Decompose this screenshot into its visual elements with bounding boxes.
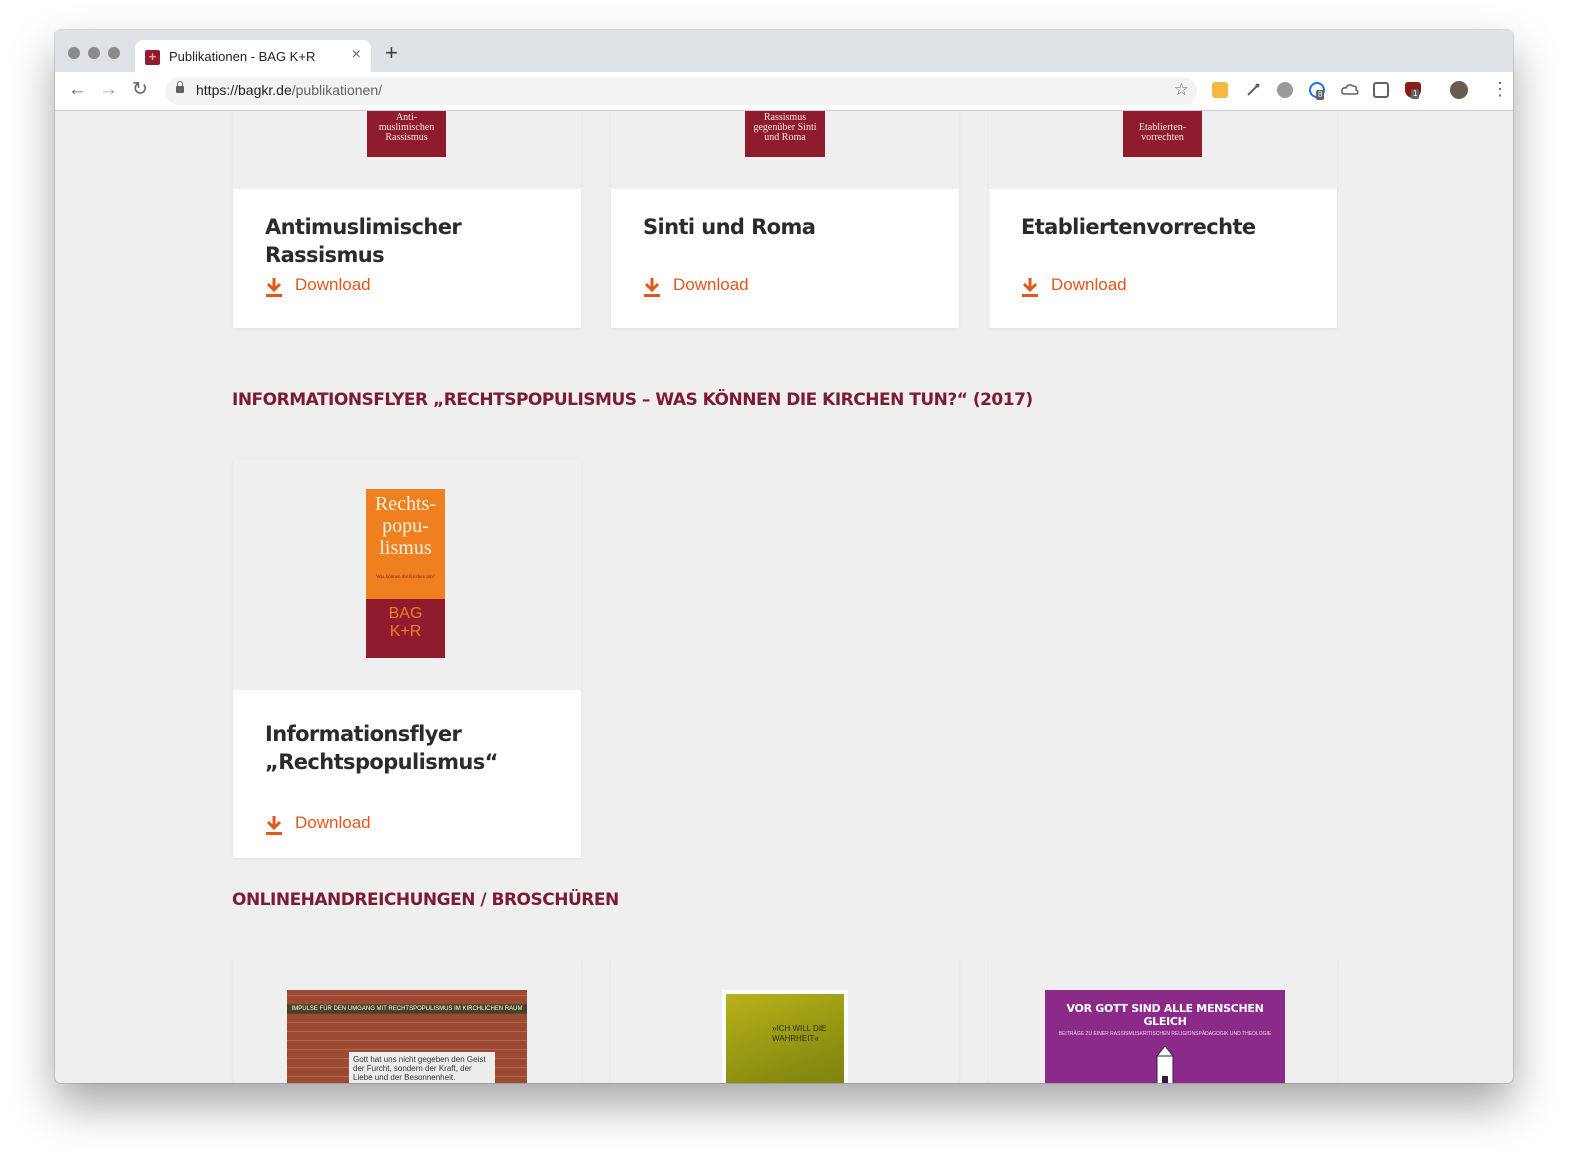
tab-strip: + Publikationen - BAG K+R × + <box>55 30 1513 73</box>
publication-card: Anti- muslimischen Rassismus Antimuslimi… <box>233 111 581 328</box>
publication-cover[interactable]: Etablierten- vorrechten <box>1123 111 1202 157</box>
close-tab-icon[interactable]: × <box>352 46 361 64</box>
cloud-icon[interactable] <box>1341 82 1359 98</box>
colorful-gear-extension-icon[interactable]: 8 <box>1309 82 1325 100</box>
publication-cover[interactable]: Anti- muslimischen Rassismus <box>367 111 446 157</box>
extension-badge: 8 <box>1316 90 1325 100</box>
browser-toolbar: ← → ↻ https://bagkr.de/publikationen/ ☆ … <box>55 72 1513 111</box>
section-heading: INFORMATIONSFLYER „RECHTSPOPULISMUS – WA… <box>232 390 1033 410</box>
amazon-assistant-icon[interactable] <box>1212 82 1228 98</box>
download-label: Download <box>1051 275 1127 294</box>
address-bar[interactable]: https://bagkr.de/publikationen/ ☆ <box>165 77 1197 105</box>
publication-card: VOR GOTT SIND ALLE MENSCHEN GLEICH BEITR… <box>989 959 1337 1083</box>
ublock-extension-icon[interactable]: 1 <box>1405 82 1421 99</box>
download-icon <box>1022 278 1038 297</box>
publication-title: Sinti und Roma <box>643 215 816 239</box>
download-icon <box>266 278 282 297</box>
publication-cover-area: Anti- muslimischen Rassismus <box>233 111 581 189</box>
zoom-window-button[interactable] <box>108 47 120 59</box>
download-label: Download <box>673 275 749 294</box>
back-icon[interactable]: ← <box>68 80 87 100</box>
browser-menu-icon[interactable]: ⋮ <box>1491 79 1509 99</box>
bookmark-star-icon[interactable]: ☆ <box>1174 80 1189 100</box>
publication-card: »ICH WILL DIE WAHRHEIT« <box>611 959 959 1083</box>
publication-cover-area: IMPULSE FÜR DEN UMGANG MIT RECHTSPOPULIS… <box>233 959 581 1083</box>
download-icon <box>266 816 282 835</box>
publication-cover-area: Rassismus gegenüber Sinti und Roma <box>611 111 959 189</box>
publication-title: Informationsflyer „Rechtspopulismus“ <box>265 722 498 774</box>
lock-icon <box>176 81 184 93</box>
publication-card: Rassismus gegenüber Sinti und Roma Sinti… <box>611 111 959 328</box>
publication-card: Etablierten- vorrechten Etabliertenvorre… <box>989 111 1337 328</box>
close-window-button[interactable] <box>68 47 80 59</box>
publication-cover-area: Rechts- popu- lismus Was können die Kirc… <box>233 459 581 690</box>
tab-title: Publikationen - BAG K+R <box>169 49 316 64</box>
extension-badge: 1 <box>1411 89 1420 99</box>
browser-tab[interactable]: + Publikationen - BAG K+R × <box>135 40 371 73</box>
cover-logo-band: BAG K+R <box>366 599 445 658</box>
publication-cover[interactable]: VOR GOTT SIND ALLE MENSCHEN GLEICH BEITR… <box>1045 990 1285 1083</box>
download-label: Download <box>295 813 371 832</box>
site-favicon-icon: + <box>145 50 160 65</box>
eyedropper-icon[interactable] <box>1245 82 1261 98</box>
publication-cover-area: Etablierten- vorrechten <box>989 111 1337 189</box>
publication-cover[interactable]: IMPULSE FÜR DEN UMGANG MIT RECHTSPOPULIS… <box>287 990 527 1083</box>
publication-cover[interactable]: Rassismus gegenüber Sinti und Roma <box>745 111 825 157</box>
reload-icon[interactable]: ↻ <box>132 80 148 100</box>
publication-cover-area: VOR GOTT SIND ALLE MENSCHEN GLEICH BEITR… <box>989 959 1337 1083</box>
url-text: https://bagkr.de/publikationen/ <box>196 82 383 98</box>
browser-window: + Publikationen - BAG K+R × + ← → ↻ http… <box>55 30 1513 1083</box>
lightbulb-extension-icon[interactable] <box>1373 82 1389 98</box>
gear-extension-icon[interactable] <box>1277 82 1293 98</box>
cover-illustration <box>1155 1046 1175 1083</box>
publication-card: Rechts- popu- lismus Was können die Kirc… <box>233 459 581 858</box>
page-content: Anti- muslimischen Rassismus Antimuslimi… <box>55 111 1513 1083</box>
publication-cover[interactable]: Rechts- popu- lismus Was können die Kirc… <box>366 489 445 658</box>
publication-title: Etabliertenvorrechte <box>1021 215 1256 239</box>
publication-card: IMPULSE FÜR DEN UMGANG MIT RECHTSPOPULIS… <box>233 959 581 1083</box>
publication-cover-area: »ICH WILL DIE WAHRHEIT« <box>611 959 959 1083</box>
profile-avatar[interactable] <box>1450 81 1468 99</box>
forward-icon[interactable]: → <box>99 80 118 100</box>
new-tab-button[interactable]: + <box>385 42 398 64</box>
download-icon <box>644 278 660 297</box>
publication-cover[interactable]: »ICH WILL DIE WAHRHEIT« <box>722 990 848 1083</box>
minimize-window-button[interactable] <box>88 47 100 59</box>
publication-title: Antimuslimischer Rassismus <box>265 215 462 267</box>
download-label: Download <box>295 275 371 294</box>
section-heading: ONLINEHANDREICHUNGEN / BROSCHÜREN <box>232 890 619 910</box>
